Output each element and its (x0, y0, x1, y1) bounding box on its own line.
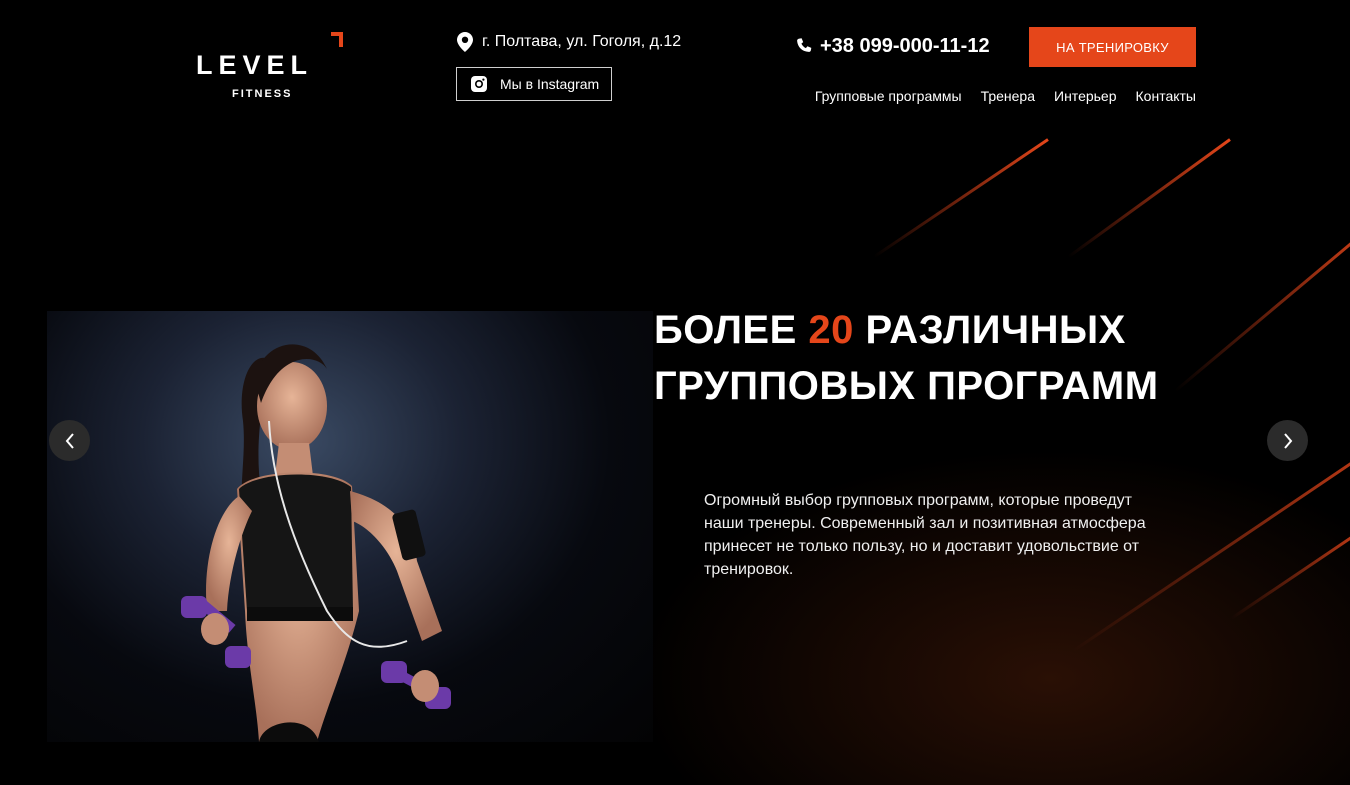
fitness-woman-illustration (181, 344, 451, 742)
instagram-button-label: Мы в Instagram (500, 76, 600, 92)
chevron-right-icon (1283, 432, 1292, 449)
logo-wordmark: LEVEL (196, 50, 314, 80)
nav-item-trainers[interactable]: Тренера (981, 88, 1035, 104)
instagram-icon (471, 76, 487, 92)
hero-title-pre: Более (654, 308, 797, 352)
phone-number: +38 099-000-11-12 (820, 34, 990, 57)
decorative-stripe (873, 138, 1049, 259)
nav-item-interior[interactable]: Интерьер (1054, 88, 1117, 104)
main-nav: Групповые программы Тренера Интерьер Кон… (815, 88, 1196, 104)
nav-item-contacts[interactable]: Контакты (1136, 88, 1196, 104)
slider-prev-button[interactable] (49, 420, 90, 461)
logo[interactable]: LEVEL FITNESS (196, 32, 348, 102)
chevron-left-icon (65, 432, 74, 449)
phone-icon (797, 38, 812, 52)
map-pin-icon (457, 32, 473, 52)
training-signup-button[interactable]: НА ТРЕНИРОВКУ (1029, 27, 1196, 67)
hero-description: Огромный выбор групповых программ, котор… (704, 492, 1146, 578)
slider-next-button[interactable] (1267, 420, 1308, 461)
nav-item-group-programs[interactable]: Групповые программы (815, 88, 962, 104)
address-text: г. Полтава, ул. Гоголя, д.12 (482, 33, 682, 50)
instagram-button[interactable]: Мы в Instagram (456, 67, 612, 101)
hero-title: Более 20 различных групповых программ (654, 302, 1214, 414)
hero-title-number: 20 (808, 308, 854, 352)
address: г. Полтава, ул. Гоголя, д.12 (457, 31, 681, 53)
logo-corner-mark (331, 32, 343, 47)
hero-photo (47, 311, 653, 742)
phone-link[interactable]: +38 099-000-11-12 (796, 34, 990, 58)
decorative-stripe (1067, 138, 1231, 259)
logo-subtitle: FITNESS (232, 88, 293, 100)
hero-background-glow (600, 430, 1350, 785)
